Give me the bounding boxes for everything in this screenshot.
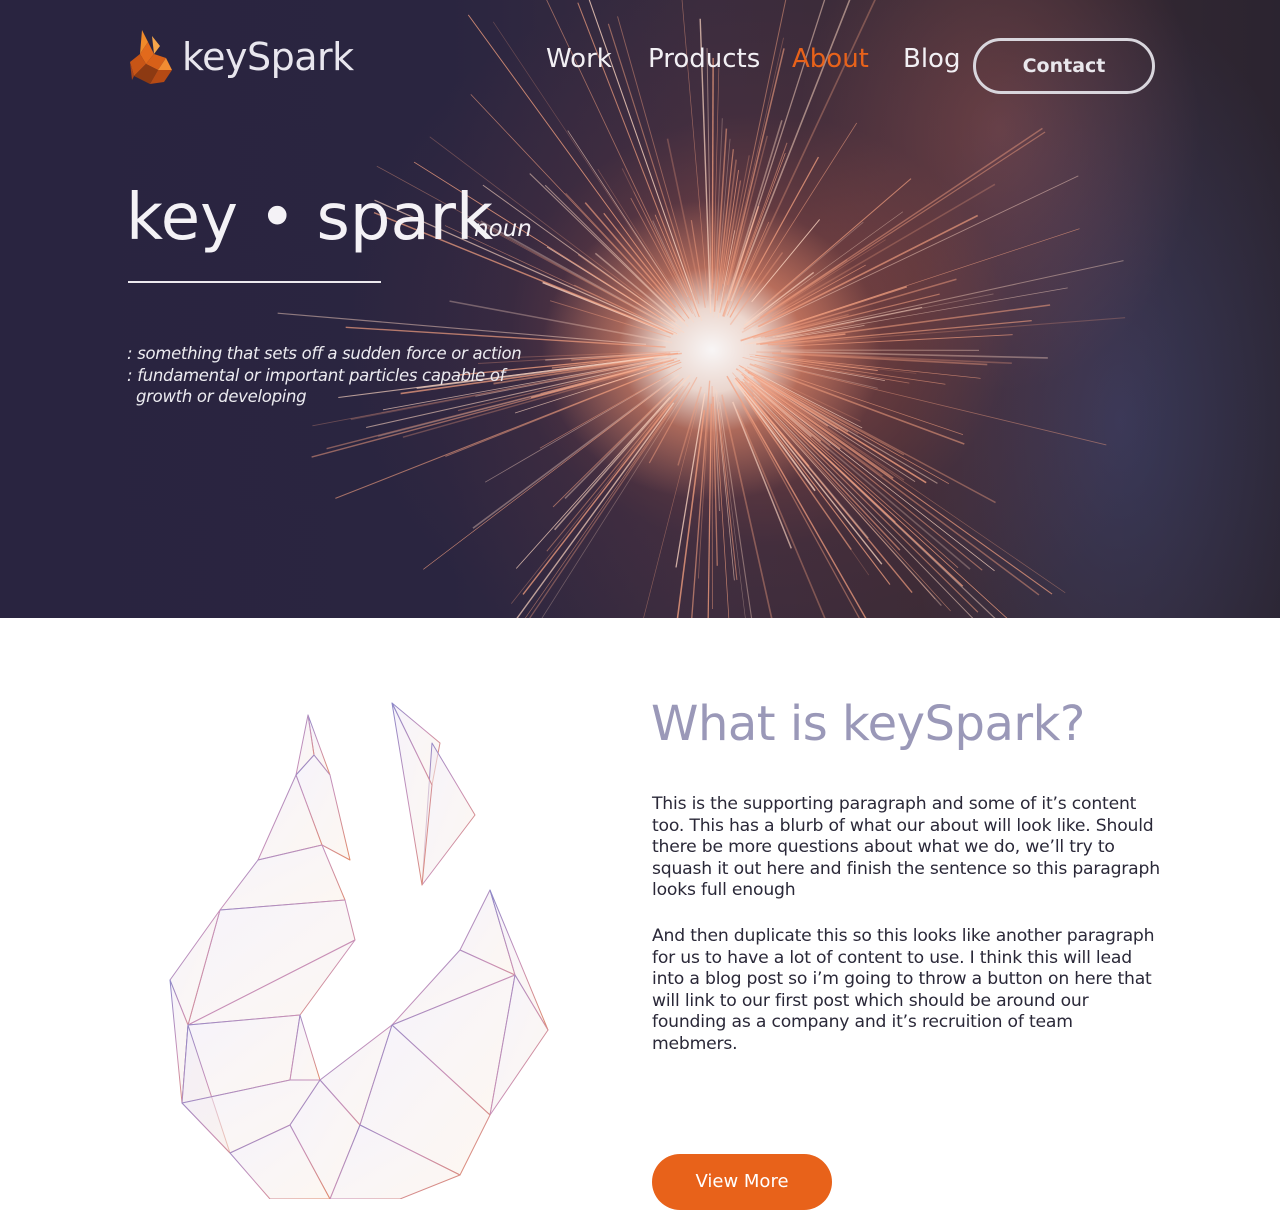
nav-products[interactable]: Products [648,44,760,74]
nav-work[interactable]: Work [546,44,612,74]
definitions: : something that sets off a sudden force… [127,343,521,408]
wireframe-flame-illustration [160,695,580,1199]
definition-line: : fundamental or important particles cap… [127,365,521,387]
hero-divider [128,281,381,283]
view-more-button[interactable]: View More [652,1154,832,1210]
main-nav: Work Products About Blog Contact [0,38,1280,94]
about-paragraph: This is the supporting paragraph and som… [652,794,1162,902]
hero-banner: keySpark Work Products About Blog Contac… [0,0,1280,618]
definition-line: growth or developing [127,386,521,408]
contact-button[interactable]: Contact [973,38,1155,94]
nav-about[interactable]: About [792,44,869,74]
definition-line: : something that sets off a sudden force… [127,343,521,365]
nav-blog[interactable]: Blog [903,44,960,74]
hero-word: key • spark [126,178,493,258]
part-of-speech: noun [474,216,532,242]
about-paragraph: And then duplicate this so this looks li… [652,926,1162,1056]
about-title: What is keySpark? [651,696,1085,752]
